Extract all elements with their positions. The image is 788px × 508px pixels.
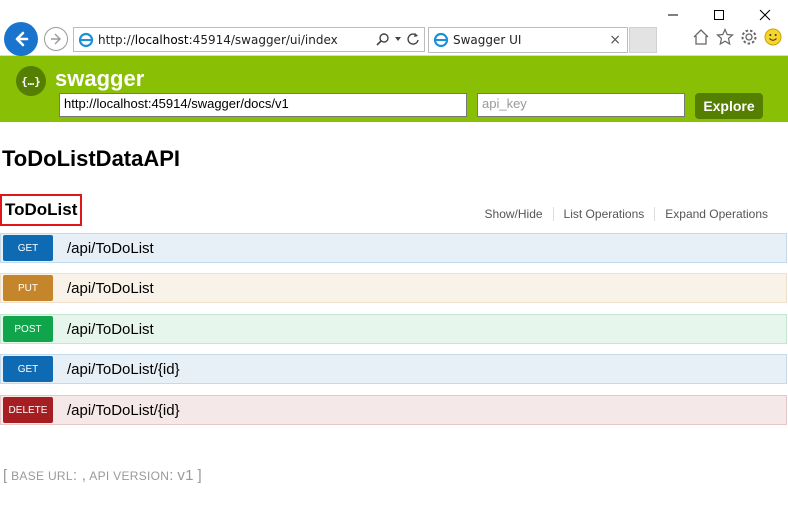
operation-path[interactable]: /api/ToDoList/{id} (67, 402, 180, 419)
ie-page-icon (78, 32, 94, 47)
maximize-icon (714, 10, 724, 20)
explore-button[interactable]: Explore (695, 93, 763, 119)
method-badge[interactable]: GET (3, 356, 53, 382)
operation-path[interactable]: /api/ToDoList (67, 321, 154, 338)
show-hide-link[interactable]: Show/Hide (475, 207, 553, 221)
resource-links: Show/Hide List Operations Expand Operati… (475, 207, 778, 221)
window-controls (650, 0, 788, 30)
operation-path[interactable]: /api/ToDoList (67, 240, 154, 257)
swagger-header: {…} swagger http://localhost:45914/swagg… (0, 56, 788, 122)
tab-title: Swagger UI (453, 33, 522, 47)
operation-row[interactable]: GET /api/ToDoList/{id} (0, 354, 787, 384)
operation-row[interactable]: GET /api/ToDoList (0, 233, 787, 263)
arrow-right-icon (51, 33, 61, 45)
swagger-logo-icon: {…} (16, 66, 46, 96)
gear-icon[interactable] (740, 28, 758, 46)
spec-url-input[interactable]: http://localhost:45914/swagger/docs/v1 (59, 93, 467, 117)
api-info-footer: [ BASE URL: , API VERSION: v1 ] (3, 467, 202, 484)
api-version-value: v1 (177, 467, 194, 484)
method-badge[interactable]: PUT (3, 275, 53, 301)
chevron-down-icon[interactable] (394, 32, 402, 46)
refresh-icon[interactable] (406, 32, 420, 46)
operation-path[interactable]: /api/ToDoList (67, 280, 154, 297)
ie-tab-icon (433, 32, 449, 48)
browser-tab[interactable]: Swagger UI × (428, 27, 628, 53)
address-bar[interactable]: http://localhost:45914/swagger/ui/index (73, 27, 425, 52)
operation-path[interactable]: /api/ToDoList/{id} (67, 361, 180, 378)
address-url: http://localhost:45914/swagger/ui/index (98, 32, 338, 47)
minimize-icon (668, 14, 678, 16)
close-icon (759, 9, 771, 21)
operation-row[interactable]: PUT /api/ToDoList (0, 273, 787, 303)
footer-bracket-open: [ (3, 467, 8, 484)
api-version-label: API VERSION (89, 469, 170, 483)
arrow-left-icon (15, 31, 29, 47)
method-badge[interactable]: POST (3, 316, 53, 342)
method-badge[interactable]: DELETE (3, 397, 53, 423)
list-operations-link[interactable]: List Operations (552, 207, 655, 221)
search-icon[interactable] (376, 32, 390, 46)
footer-bracket-close: ] (197, 467, 202, 484)
footer-separator: : , (72, 467, 87, 484)
api-title: ToDoListDataAPI (2, 146, 181, 171)
operation-row[interactable]: DELETE /api/ToDoList/{id} (0, 395, 787, 425)
minimize-button[interactable] (650, 0, 696, 30)
star-icon[interactable] (716, 28, 734, 46)
back-button[interactable] (4, 22, 38, 56)
browser-titlebar: http://localhost:45914/swagger/ui/index … (0, 0, 788, 56)
base-url-label: BASE URL (11, 469, 73, 483)
smiley-icon[interactable] (764, 28, 782, 46)
address-tools (376, 32, 420, 46)
expand-operations-link[interactable]: Expand Operations (654, 207, 778, 221)
api-key-input[interactable]: api_key (477, 93, 685, 117)
maximize-button[interactable] (696, 0, 742, 30)
operation-row[interactable]: POST /api/ToDoList (0, 314, 787, 344)
new-tab-button[interactable] (629, 27, 657, 53)
resource-name[interactable]: ToDoList (0, 194, 83, 226)
method-badge[interactable]: GET (3, 235, 53, 261)
forward-button[interactable] (44, 27, 68, 51)
footer-separator: : (169, 467, 174, 484)
home-icon[interactable] (692, 28, 710, 46)
browser-toolbar-icons (692, 28, 782, 46)
swagger-brand[interactable]: swagger (55, 66, 144, 92)
close-window-button[interactable] (742, 0, 788, 30)
tab-close-button[interactable]: × (609, 32, 621, 48)
